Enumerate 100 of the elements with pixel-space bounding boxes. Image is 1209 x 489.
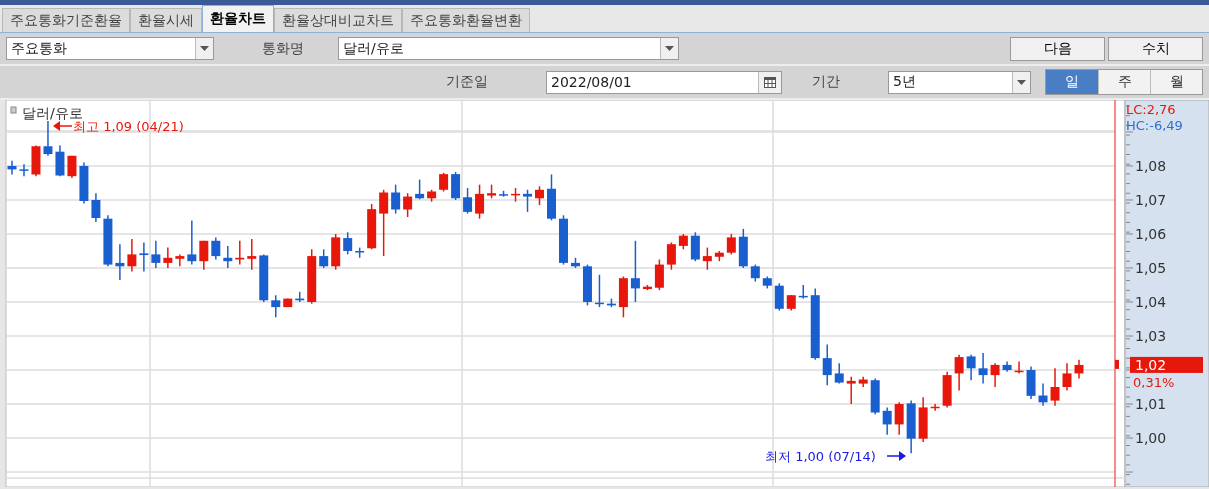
candlestick [918,396,928,443]
category-select[interactable]: 주요통화 [6,37,214,60]
candlestick [559,214,568,266]
candlestick [199,240,209,271]
candlestick [894,401,904,436]
candlestick [1002,360,1012,373]
candlestick [630,240,640,303]
dropdown-icon [1012,71,1030,93]
tab[interactable]: 환율시세 [130,8,202,32]
candlestick [379,189,389,257]
date-label: 기준일 [446,73,488,91]
candlestick [55,144,65,177]
candlestick [439,172,449,193]
legend-icon [10,106,17,114]
candlestick [870,377,880,415]
interval-button[interactable]: 주 [1098,70,1150,94]
candlestick [43,120,53,157]
candlestick [942,370,952,409]
candlestick [67,155,77,179]
candlestick [391,183,401,215]
candlestick [774,282,784,312]
candlestick [858,376,868,388]
last-price: 1,02 [1135,356,1167,373]
date-field[interactable]: 2022/08/01 [546,70,782,94]
tab[interactable]: 환율상대비교차트 [274,8,402,32]
candlestick [535,185,544,206]
lc-value: LC:2,76 [1126,102,1176,117]
candlestick [427,189,437,203]
candlestick [702,246,712,271]
candlestick [714,250,724,262]
axis-label: 1,01 [1135,396,1167,412]
axis-label: 1,08 [1135,157,1167,174]
candlestick [654,258,664,291]
candlestick [547,173,556,222]
candlestick [570,257,580,269]
candlestick [235,240,245,266]
candlestick [487,183,497,200]
candlestick [618,275,628,319]
candlestick [930,403,940,412]
calendar-icon[interactable] [758,71,781,93]
candlestick [163,246,173,269]
candlestick [1074,359,1084,380]
candlestick [283,297,293,308]
currency-label: 통화명 [262,39,304,58]
hc-value: HC:-6,49 [1126,118,1183,133]
axis-label: 1,07 [1135,192,1167,208]
candlestick [223,245,233,269]
candlestick [151,240,161,269]
period-select[interactable]: 5년 [888,70,1031,94]
candlestick [307,248,317,305]
dropdown-icon [660,38,678,59]
candlestick [1026,365,1036,400]
candlestick [139,241,149,273]
high-note: 최고 1,09 (04/21) [73,119,184,134]
action-button[interactable]: 수치 [1108,36,1203,61]
tab[interactable]: 주요통화기준환율 [2,8,130,32]
candlestick [834,362,844,385]
period-label: 기간 [812,73,840,91]
candlestick [666,241,676,271]
candlestick [966,353,976,381]
candlestick [451,171,461,201]
price-marker [1115,359,1119,369]
axis-label: 1,05 [1135,260,1167,276]
candlestick [79,161,89,205]
candlestick [271,294,281,319]
low-note: 최저 1,00 (07/14) [765,449,876,464]
candlestick [115,243,125,281]
candlestick [343,231,353,256]
candlestick [954,353,964,392]
action-button[interactable]: 다음 [1010,36,1105,61]
currency-select[interactable]: 달러/유로 [338,37,679,60]
interval-button[interactable]: 일 [1046,70,1098,94]
dropdown-icon [195,38,213,59]
candlestick [822,343,832,387]
candlestick [91,192,101,223]
candlestick [690,231,700,262]
tab[interactable]: 환율차트 [202,5,274,32]
candlestick [103,214,113,268]
candlestick [1014,360,1024,375]
candlestick [511,187,521,203]
candlestick [355,246,365,259]
tab[interactable]: 주요통화환율변환 [402,8,530,32]
arrow-icon [53,121,73,131]
axis-label: 1,03 [1135,328,1167,344]
candlestick [798,284,808,300]
candlestick [846,376,856,405]
legend-label: 달러/유로 [22,105,83,121]
candlestick [259,253,269,303]
candlestick [463,187,473,215]
candlestick [319,248,329,269]
candlestick [990,362,1000,388]
interval-button[interactable]: 월 [1150,70,1202,94]
candlestick [1062,362,1072,392]
candlestick [726,233,736,256]
candlestick [247,238,257,271]
candlestick [475,183,485,220]
candlestick [415,178,425,201]
candlestick [678,233,688,251]
candlestick [499,190,509,198]
candlestick [642,284,652,291]
